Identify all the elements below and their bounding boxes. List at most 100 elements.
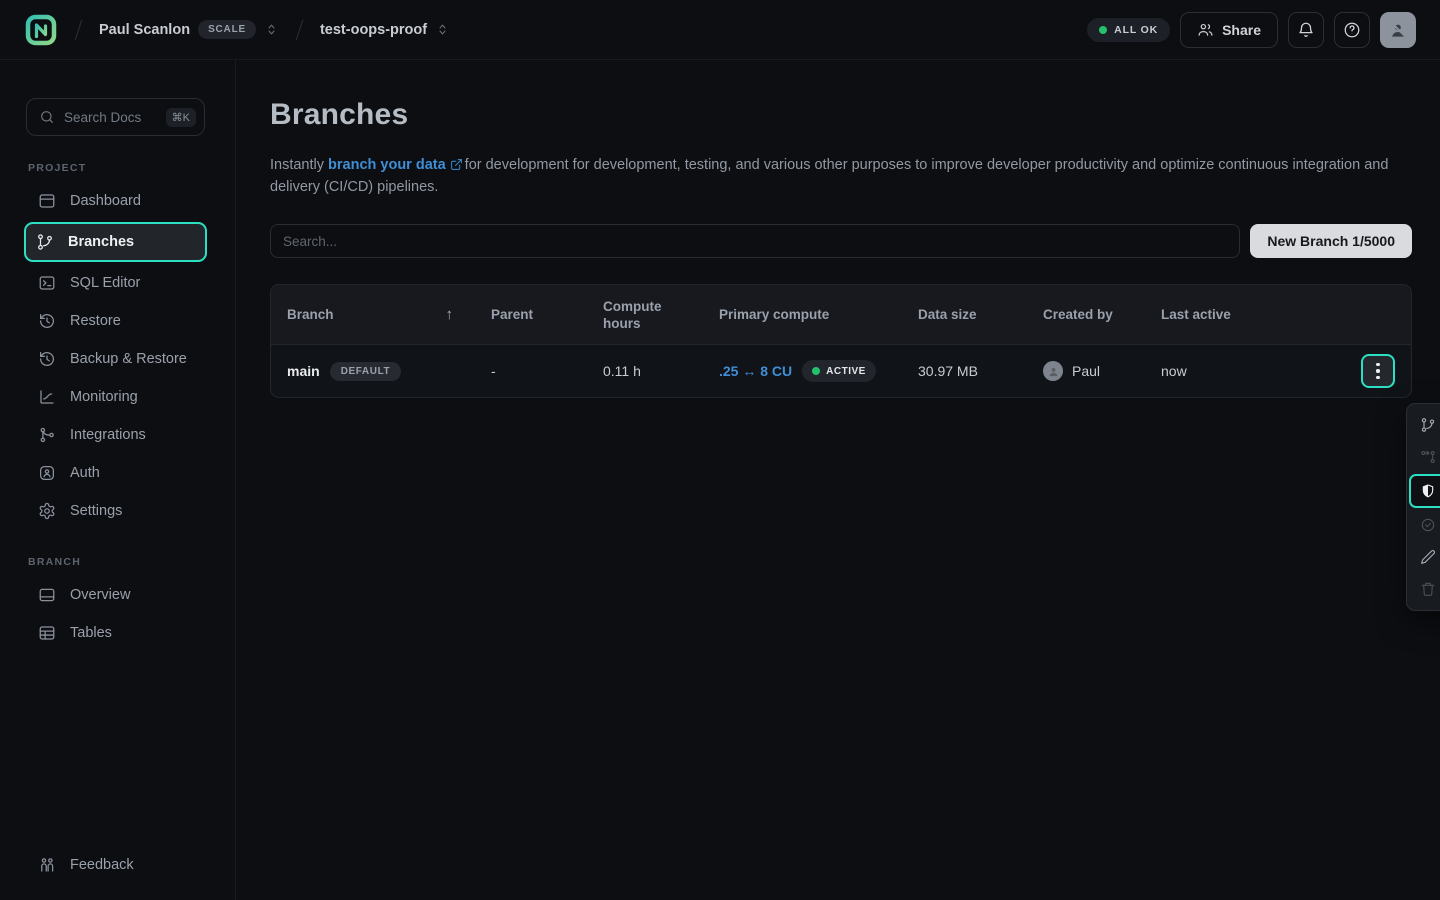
feedback-people-icon — [38, 856, 56, 874]
column-header-last-active[interactable]: Last active — [1161, 307, 1291, 322]
branches-table: Branch ↑ Parent Compute hours Primary co… — [270, 284, 1412, 398]
anonymous-user-icon — [1388, 20, 1408, 40]
integrations-icon — [38, 426, 56, 444]
main-content: Branches Instantly branch your datafor d… — [236, 60, 1440, 900]
sidebar-item-auth[interactable]: Auth — [26, 454, 205, 492]
table-row[interactable]: main DEFAULT - 0.11 h .25 ↔ 8 CU ACTIVE … — [271, 345, 1411, 397]
sidebar-item-integrations[interactable]: Integrations — [26, 416, 205, 454]
sidebar: Search Docs ⌘K PROJECT Dashboard Branche… — [0, 60, 236, 900]
table-header-row: Branch ↑ Parent Compute hours Primary co… — [271, 285, 1411, 345]
dashboard-icon — [38, 192, 56, 210]
breadcrumb-project[interactable]: test-oops-proof — [320, 22, 450, 38]
project-name: test-oops-proof — [320, 22, 427, 38]
description-prefix: Instantly — [270, 157, 328, 173]
project-selector-chevron-icon[interactable] — [435, 22, 450, 37]
git-branch-icon — [1420, 417, 1436, 433]
column-header-compute-hours[interactable]: Compute hours — [603, 298, 719, 332]
sidebar-item-label: Auth — [70, 465, 100, 481]
kebab-menu-icon — [1376, 363, 1380, 380]
column-header-data-size[interactable]: Data size — [918, 307, 1043, 322]
menu-item-create-child-branch[interactable]: Create child branch — [1412, 409, 1440, 441]
sidebar-item-monitoring[interactable]: Monitoring — [26, 378, 205, 416]
column-header-branch[interactable]: Branch ↑ — [287, 306, 491, 323]
org-name: Paul Scanlon — [99, 22, 190, 38]
menu-item-delete[interactable]: Delete — [1412, 573, 1440, 605]
branch-name[interactable]: main — [287, 363, 320, 379]
branch-your-data-link[interactable]: branch your data — [328, 157, 465, 173]
menu-item-reset-from-parent[interactable]: Reset from parent — [1412, 441, 1440, 473]
default-badge: DEFAULT — [330, 362, 402, 381]
branch-cell: main DEFAULT — [287, 362, 491, 381]
data-size-cell: 30.97 MB — [918, 363, 1043, 379]
branch-search-input[interactable] — [270, 224, 1240, 258]
neon-logo-icon[interactable] — [24, 13, 58, 47]
git-branch-icon — [36, 233, 54, 251]
search-docs-input[interactable]: Search Docs ⌘K — [26, 98, 205, 136]
sidebar-item-label: Feedback — [70, 857, 134, 873]
keyboard-shortcut-badge: ⌘K — [166, 108, 196, 127]
status-badge[interactable]: ALL OK — [1087, 18, 1170, 42]
share-button[interactable]: Share — [1180, 12, 1278, 48]
new-branch-button[interactable]: New Branch 1/5000 — [1250, 224, 1412, 258]
status-label: ALL OK — [1114, 24, 1158, 36]
created-by-cell: Paul — [1043, 361, 1161, 381]
sidebar-item-label: Branches — [68, 234, 134, 250]
help-button[interactable] — [1334, 12, 1370, 48]
gear-icon — [38, 502, 56, 520]
bell-icon — [1297, 21, 1315, 39]
branch-actions-menu: Create child branch Reset from parent — [1406, 403, 1440, 611]
question-icon — [1343, 21, 1361, 39]
sidebar-item-label: Settings — [70, 503, 122, 519]
compute-units-link[interactable]: .25 ↔ 8 CU — [719, 363, 792, 379]
sidebar-item-tables[interactable]: Tables — [26, 614, 205, 652]
sidebar-item-backup-restore[interactable]: Backup & Restore — [26, 340, 205, 378]
sidebar-item-restore[interactable]: Restore — [26, 302, 205, 340]
sidebar-item-sql-editor[interactable]: SQL Editor — [26, 264, 205, 302]
sort-asc-icon[interactable]: ↑ — [446, 306, 454, 323]
sidebar-item-label: Restore — [70, 313, 121, 329]
search-docs-placeholder: Search Docs — [64, 110, 157, 125]
active-status-badge: ACTIVE — [802, 360, 876, 382]
status-ok-dot-icon — [1099, 26, 1107, 34]
page-title: Branches — [270, 98, 1412, 132]
sidebar-item-label: Tables — [70, 625, 112, 641]
page-description: Instantly branch your datafor developmen… — [270, 154, 1390, 198]
share-label: Share — [1222, 22, 1261, 38]
breadcrumb-org[interactable]: Paul Scanlon SCALE — [99, 20, 279, 39]
plan-badge: SCALE — [198, 20, 256, 39]
column-header-primary-compute[interactable]: Primary compute — [719, 307, 918, 322]
creator-name: Paul — [1072, 363, 1100, 379]
menu-item-set-as-protected[interactable]: Set as protected — [1409, 474, 1440, 508]
auth-user-icon — [38, 464, 56, 482]
history-icon — [38, 312, 56, 330]
sidebar-item-settings[interactable]: Settings — [26, 492, 205, 530]
sidebar-item-label: SQL Editor — [70, 275, 140, 291]
badge-check-icon — [1420, 517, 1436, 533]
terminal-icon — [38, 274, 56, 292]
pencil-icon — [1420, 549, 1436, 565]
sidebar-item-overview[interactable]: Overview — [26, 576, 205, 614]
sidebar-item-branches[interactable]: Branches — [24, 222, 207, 262]
primary-compute-cell: .25 ↔ 8 CU ACTIVE — [719, 360, 918, 382]
backup-clock-icon — [38, 350, 56, 368]
menu-item-rename[interactable]: Rename — [1412, 541, 1440, 573]
sidebar-item-label: Backup & Restore — [70, 351, 187, 367]
link-label: branch your data — [328, 157, 446, 173]
sidebar-item-label: Overview — [70, 587, 130, 603]
last-active-cell: now — [1161, 363, 1291, 379]
row-actions-button[interactable] — [1361, 354, 1395, 388]
sidebar-item-dashboard[interactable]: Dashboard — [26, 182, 205, 220]
menu-item-set-as-default[interactable]: Set as default — [1412, 509, 1440, 541]
search-icon — [39, 109, 55, 125]
sidebar-item-label: Monitoring — [70, 389, 138, 405]
avatar[interactable] — [1380, 12, 1416, 48]
breadcrumb-divider — [296, 19, 304, 40]
column-header-created-by[interactable]: Created by — [1043, 306, 1161, 323]
table-icon — [38, 624, 56, 642]
sidebar-item-feedback[interactable]: Feedback — [26, 846, 205, 884]
org-selector-chevron-icon[interactable] — [264, 22, 279, 37]
notifications-button[interactable] — [1288, 12, 1324, 48]
column-header-parent[interactable]: Parent — [491, 307, 603, 322]
trash-icon — [1420, 581, 1436, 597]
parent-cell: - — [491, 363, 603, 379]
